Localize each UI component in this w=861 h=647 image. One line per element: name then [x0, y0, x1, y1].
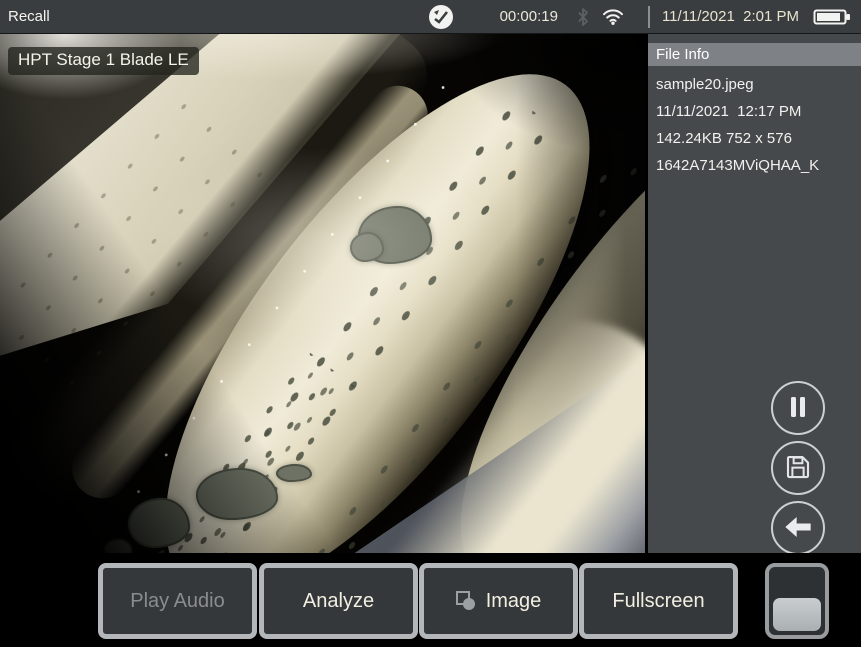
bluetooth-icon	[576, 7, 590, 27]
status-divider	[648, 6, 650, 28]
measurement-indicator-icon	[428, 4, 454, 30]
file-name: sample20.jpeg	[648, 76, 861, 93]
pause-icon	[783, 392, 813, 425]
fullscreen-label: Fullscreen	[612, 590, 704, 613]
fullscreen-button[interactable]: Fullscreen	[579, 563, 738, 639]
status-bar: Recall 00:00:19	[0, 0, 861, 34]
pause-button[interactable]	[771, 381, 825, 435]
datetime-label: 11/11/2021 2:01 PM	[662, 8, 799, 25]
save-floppy-icon	[783, 452, 813, 485]
file-info-header: File Info	[648, 43, 861, 66]
display-toggle-switch[interactable]	[765, 563, 829, 639]
file-serial: 1642A7143MViQHAA_K	[648, 157, 861, 174]
wifi-icon	[602, 8, 624, 25]
borescope-image: HPT Stage 1 Blade LE	[0, 34, 645, 553]
file-datetime: 11/11/2021 12:17 PM	[648, 103, 861, 120]
file-info-panel: File Info sample20.jpeg 11/11/2021 12:17…	[648, 34, 861, 553]
battery-icon	[813, 7, 851, 27]
main-content: HPT Stage 1 Blade LE File Info sample20.…	[0, 34, 861, 553]
toggle-knob	[773, 598, 821, 631]
side-action-buttons	[771, 381, 825, 555]
back-arrow-icon	[782, 511, 814, 546]
timer-label: 00:00:19	[500, 8, 558, 25]
bottom-toolbar: Play Audio Analyze Image Fullscreen	[0, 553, 861, 647]
status-bar-right: 00:00:19 11/11/2021 2:01 PM	[428, 4, 851, 30]
image-stack-icon	[456, 591, 476, 611]
image-title-tag: HPT Stage 1 Blade LE	[8, 47, 199, 75]
analyze-button[interactable]: Analyze	[259, 563, 418, 639]
mode-label: Recall	[8, 8, 50, 25]
file-size-dimensions: 142.24KB 752 x 576	[648, 130, 861, 147]
analyze-label: Analyze	[303, 590, 374, 613]
play-audio-label: Play Audio	[130, 590, 225, 613]
image-label: Image	[486, 590, 542, 613]
save-button[interactable]	[771, 441, 825, 495]
play-audio-button[interactable]: Play Audio	[98, 563, 257, 639]
image-title-label: HPT Stage 1 Blade LE	[18, 50, 189, 69]
image-button[interactable]: Image	[419, 563, 578, 639]
back-button[interactable]	[771, 501, 825, 555]
recall-screen: Recall 00:00:19	[0, 0, 861, 647]
